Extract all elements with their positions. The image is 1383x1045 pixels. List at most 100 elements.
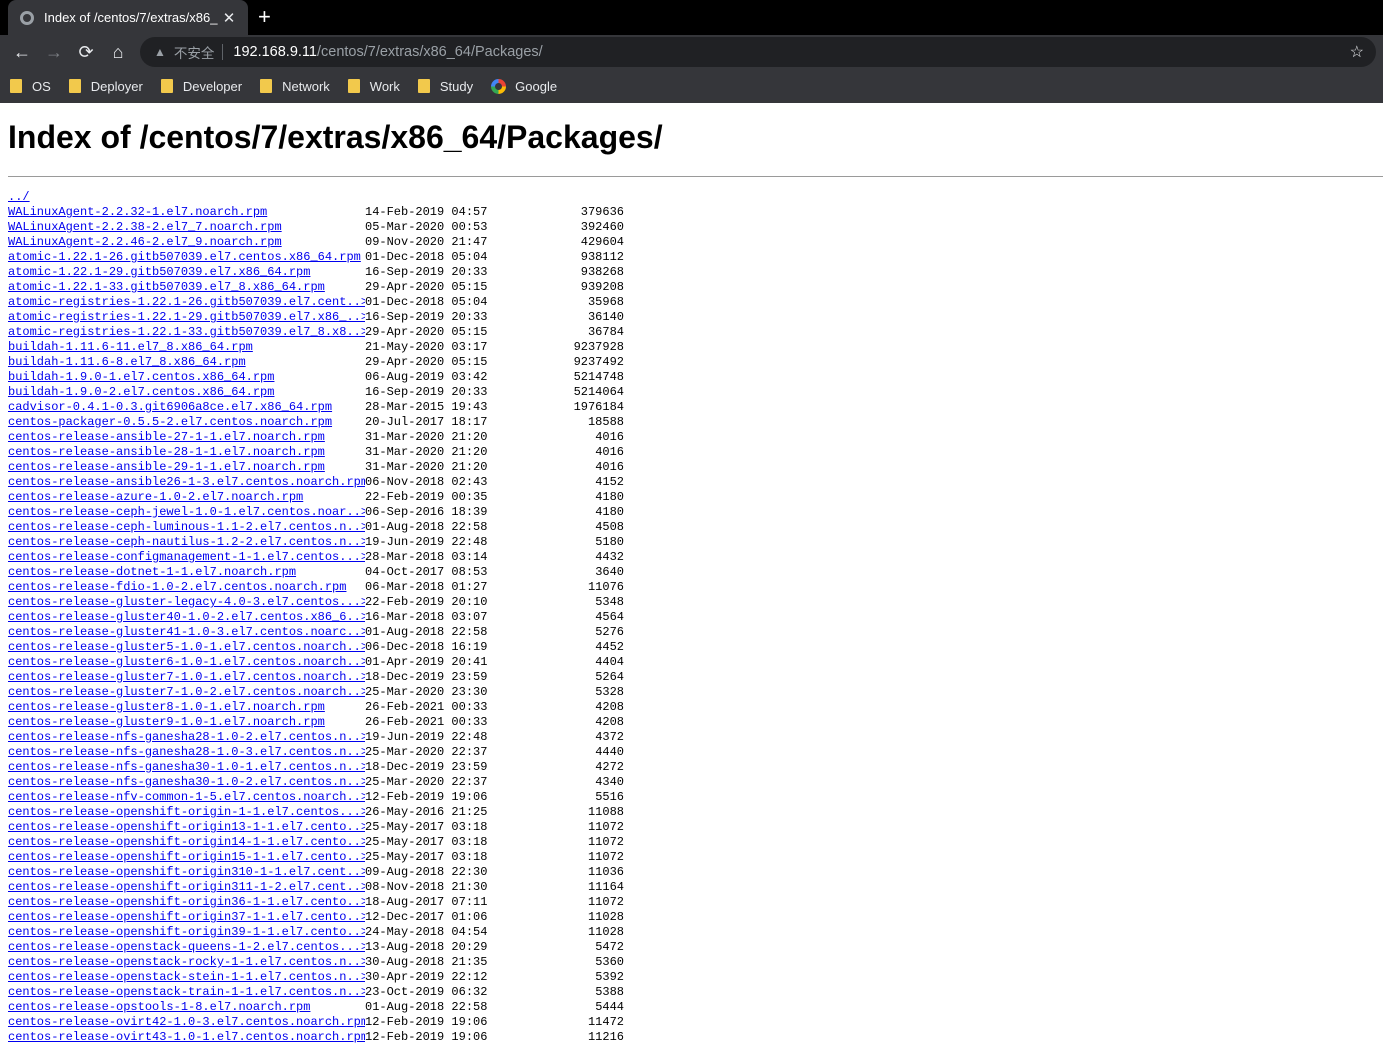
bookmark-star-icon[interactable]: ☆: [1350, 42, 1364, 62]
file-link[interactable]: centos-release-nfs-ganesha30-1.0-1.el7.c…: [8, 760, 365, 775]
file-link[interactable]: WALinuxAgent-2.2.38-2.el7_7.noarch.rpm: [8, 220, 365, 235]
file-link[interactable]: centos-release-gluster-legacy-4.0-3.el7.…: [8, 595, 365, 610]
active-tab[interactable]: Index of /centos/7/extras/x86_ ✕: [8, 0, 248, 35]
file-date: 26-May-2016 21:25: [365, 805, 488, 819]
file-link[interactable]: centos-release-opstools-1-8.el7.noarch.r…: [8, 1000, 365, 1015]
url-host: 192.168.9.11: [233, 44, 317, 60]
file-row: WALinuxAgent-2.2.32-1.el7.noarch.rpm 14-F…: [8, 205, 1383, 220]
file-link[interactable]: buildah-1.9.0-1.el7.centos.x86_64.rpm: [8, 370, 365, 385]
file-link[interactable]: centos-release-openshift-origin14-1-1.el…: [8, 835, 365, 850]
file-link[interactable]: centos-release-nfv-common-1-5.el7.centos…: [8, 790, 365, 805]
file-link[interactable]: centos-release-openstack-stein-1-1.el7.c…: [8, 970, 365, 985]
file-row: atomic-1.22.1-33.gitb507039.el7_8.x86_64…: [8, 280, 1383, 295]
file-link[interactable]: centos-release-openshift-origin36-1-1.el…: [8, 895, 365, 910]
file-date: 29-Apr-2020 05:15: [365, 325, 488, 339]
back-button[interactable]: ←: [6, 42, 38, 63]
new-tab-button[interactable]: +: [258, 5, 271, 29]
home-button[interactable]: ⌂: [102, 42, 134, 63]
file-link[interactable]: WALinuxAgent-2.2.32-1.el7.noarch.rpm: [8, 205, 365, 220]
file-link[interactable]: centos-release-openshift-origin15-1-1.el…: [8, 850, 365, 865]
file-link[interactable]: atomic-registries-1.22.1-33.gitb507039.e…: [8, 325, 365, 340]
file-size: 392460: [580, 220, 624, 234]
file-link[interactable]: centos-release-nfs-ganesha28-1.0-2.el7.c…: [8, 730, 365, 745]
file-link[interactable]: centos-release-gluster6-1.0-1.el7.centos…: [8, 655, 365, 670]
file-row: centos-release-openshift-origin36-1-1.el…: [8, 895, 1383, 910]
file-link[interactable]: centos-release-azure-1.0-2.el7.noarch.rp…: [8, 490, 365, 505]
file-link[interactable]: centos-release-openshift-origin39-1-1.el…: [8, 925, 365, 940]
file-link[interactable]: centos-release-openshift-origin37-1-1.el…: [8, 910, 365, 925]
file-size: 5444: [595, 1000, 624, 1014]
file-link[interactable]: centos-release-openstack-train-1-1.el7.c…: [8, 985, 365, 1000]
file-link[interactable]: atomic-1.22.1-26.gitb507039.el7.centos.x…: [8, 250, 365, 265]
file-link[interactable]: buildah-1.11.6-11.el7_8.x86_64.rpm: [8, 340, 365, 355]
bookmark-deployer[interactable]: Deployer: [68, 79, 143, 94]
file-link[interactable]: centos-release-nfs-ganesha30-1.0-2.el7.c…: [8, 775, 365, 790]
file-row: centos-release-gluster5-1.0-1.el7.centos…: [8, 640, 1383, 655]
file-link[interactable]: atomic-registries-1.22.1-26.gitb507039.e…: [8, 295, 365, 310]
bookmark-work[interactable]: Work: [347, 79, 400, 94]
file-link[interactable]: centos-release-openshift-origin13-1-1.el…: [8, 820, 365, 835]
file-link[interactable]: centos-release-gluster8-1.0-1.el7.noarch…: [8, 700, 365, 715]
forward-button[interactable]: →: [38, 42, 70, 63]
file-link[interactable]: buildah-1.9.0-2.el7.centos.x86_64.rpm: [8, 385, 365, 400]
file-size: 4016: [595, 430, 624, 444]
file-link[interactable]: centos-release-openstack-queens-1-2.el7.…: [8, 940, 365, 955]
bookmark-label: OS: [32, 78, 51, 94]
file-link[interactable]: centos-release-openshift-origin310-1-1.e…: [8, 865, 365, 880]
file-link[interactable]: centos-release-ansible26-1-3.el7.centos.…: [8, 475, 365, 490]
file-size: 3640: [595, 565, 624, 579]
file-link[interactable]: centos-release-dotnet-1-1.el7.noarch.rpm: [8, 565, 365, 580]
file-date: 04-Oct-2017 08:53: [365, 565, 488, 579]
file-link[interactable]: centos-release-openshift-origin-1-1.el7.…: [8, 805, 365, 820]
file-link[interactable]: buildah-1.11.6-8.el7_8.x86_64.rpm: [8, 355, 365, 370]
file-link[interactable]: centos-release-gluster5-1.0-1.el7.centos…: [8, 640, 365, 655]
file-row: centos-release-gluster40-1.0-2.el7.cento…: [8, 610, 1383, 625]
bookmark-label: Google: [515, 78, 558, 94]
file-link[interactable]: atomic-1.22.1-29.gitb507039.el7.x86_64.r…: [8, 265, 365, 280]
file-link[interactable]: centos-release-ansible-28-1-1.el7.noarch…: [8, 445, 365, 460]
file-date: 08-Nov-2018 21:30: [365, 880, 488, 894]
file-link[interactable]: centos-release-gluster40-1.0-2.el7.cento…: [8, 610, 365, 625]
bookmark-google[interactable]: Google: [491, 78, 558, 94]
reload-button[interactable]: ⟳: [70, 42, 102, 63]
file-row: centos-release-configmanagement-1-1.el7.…: [8, 550, 1383, 565]
parent-directory-link[interactable]: ../: [8, 190, 365, 205]
warning-icon[interactable]: ▲: [154, 45, 166, 59]
file-link[interactable]: centos-release-ansible-29-1-1.el7.noarch…: [8, 460, 365, 475]
file-link[interactable]: centos-release-gluster7-1.0-2.el7.centos…: [8, 685, 365, 700]
file-size: 11072: [587, 895, 624, 909]
file-link[interactable]: centos-release-ceph-luminous-1.1-2.el7.c…: [8, 520, 365, 535]
tab-close-icon[interactable]: ✕: [220, 9, 238, 27]
file-date: 25-Mar-2020 22:37: [365, 745, 488, 759]
file-link[interactable]: centos-release-gluster7-1.0-1.el7.centos…: [8, 670, 365, 685]
bookmark-study[interactable]: Study: [417, 79, 473, 94]
file-link[interactable]: centos-release-ceph-jewel-1.0-1.el7.cent…: [8, 505, 365, 520]
file-link[interactable]: centos-release-openshift-origin311-1-2.e…: [8, 880, 365, 895]
file-link[interactable]: centos-release-ovirt42-1.0-3.el7.centos.…: [8, 1015, 365, 1030]
file-link[interactable]: WALinuxAgent-2.2.46-2.el7_9.noarch.rpm: [8, 235, 365, 250]
file-link[interactable]: cadvisor-0.4.1-0.3.git6906a8ce.el7.x86_6…: [8, 400, 365, 415]
address-bar[interactable]: ▲ 不安全 192.168.9.11/centos/7/extras/x86_6…: [140, 37, 1376, 67]
file-link[interactable]: centos-release-gluster9-1.0-1.el7.noarch…: [8, 715, 365, 730]
file-size: 5180: [595, 535, 624, 549]
file-date: 29-Apr-2020 05:15: [365, 280, 488, 294]
insecure-label[interactable]: 不安全: [174, 42, 215, 62]
file-link[interactable]: centos-packager-0.5.5-2.el7.centos.noarc…: [8, 415, 365, 430]
file-link[interactable]: centos-release-ovirt43-1.0-1.el7.centos.…: [8, 1030, 365, 1045]
bookmark-network[interactable]: Network: [260, 79, 330, 94]
file-link[interactable]: atomic-registries-1.22.1-29.gitb507039.e…: [8, 310, 365, 325]
file-link[interactable]: centos-release-ceph-nautilus-1.2-2.el7.c…: [8, 535, 365, 550]
file-link[interactable]: atomic-1.22.1-33.gitb507039.el7_8.x86_64…: [8, 280, 365, 295]
file-row: buildah-1.11.6-11.el7_8.x86_64.rpm 21-May…: [8, 340, 1383, 355]
file-link[interactable]: centos-release-fdio-1.0-2.el7.centos.noa…: [8, 580, 365, 595]
bookmark-os[interactable]: OS: [10, 79, 51, 94]
file-link[interactable]: centos-release-configmanagement-1-1.el7.…: [8, 550, 365, 565]
file-link[interactable]: centos-release-openstack-rocky-1-1.el7.c…: [8, 955, 365, 970]
file-date: 01-Aug-2018 22:58: [365, 625, 488, 639]
file-date: 01-Aug-2018 22:58: [365, 520, 488, 534]
file-link[interactable]: centos-release-ansible-27-1-1.el7.noarch…: [8, 430, 365, 445]
file-row: cadvisor-0.4.1-0.3.git6906a8ce.el7.x86_6…: [8, 400, 1383, 415]
file-link[interactable]: centos-release-gluster41-1.0-3.el7.cento…: [8, 625, 365, 640]
file-link[interactable]: centos-release-nfs-ganesha28-1.0-3.el7.c…: [8, 745, 365, 760]
bookmark-developer[interactable]: Developer: [160, 79, 242, 94]
